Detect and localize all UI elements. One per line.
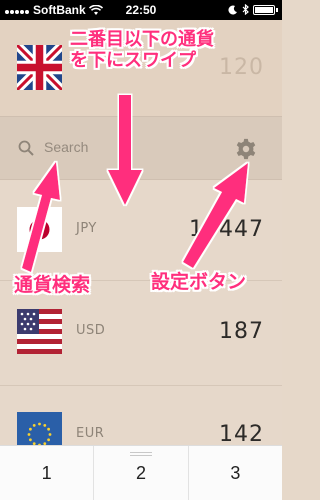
drag-handle-icon[interactable]: [129, 452, 152, 458]
search-input[interactable]: [44, 139, 194, 155]
status-bar: SoftBank 22:50: [0, 0, 282, 20]
currency-amount: 187: [219, 319, 264, 344]
search-annotation-label: 通貨検索: [14, 274, 91, 296]
key-3[interactable]: 3: [189, 446, 282, 500]
key-2: 2: [135, 463, 146, 483]
currency-code: USD: [76, 323, 106, 338]
currency-code: EUR: [76, 426, 105, 441]
base-amount: 120: [219, 55, 264, 80]
currency-row-jpy[interactable]: JPY 18447: [0, 181, 282, 280]
currency-row-eur[interactable]: EUR 142: [0, 385, 282, 447]
japan-flag-icon: [17, 207, 62, 252]
currency-amount: 18447: [189, 217, 264, 242]
currency-amount: 142: [219, 422, 264, 447]
moon-icon: [228, 5, 237, 15]
bluetooth-icon: [242, 4, 249, 15]
swipe-instruction-text: 二番目以下の通貨 を下にスワイプ: [70, 29, 214, 71]
battery-icon: [253, 4, 275, 15]
search-bar: [0, 116, 282, 180]
us-flag-icon: [17, 309, 62, 354]
settings-annotation-label: 設定ボタン: [151, 271, 247, 293]
swipe-instruction-line1: 二番目以下の通貨: [70, 29, 214, 50]
uk-flag-icon: [17, 45, 62, 90]
search-icon: [18, 140, 34, 156]
key-1[interactable]: 1: [0, 446, 95, 500]
currency-code: JPY: [76, 221, 97, 236]
swipe-instruction-line2: を下にスワイプ: [70, 49, 196, 71]
key-2-wrapper[interactable]: 2: [94, 446, 189, 500]
number-keypad: 1 2 3: [0, 445, 282, 500]
eu-flag-icon: [17, 412, 62, 446]
battery-tip: [276, 7, 278, 12]
status-right: [228, 4, 278, 15]
gear-icon[interactable]: [235, 138, 257, 160]
